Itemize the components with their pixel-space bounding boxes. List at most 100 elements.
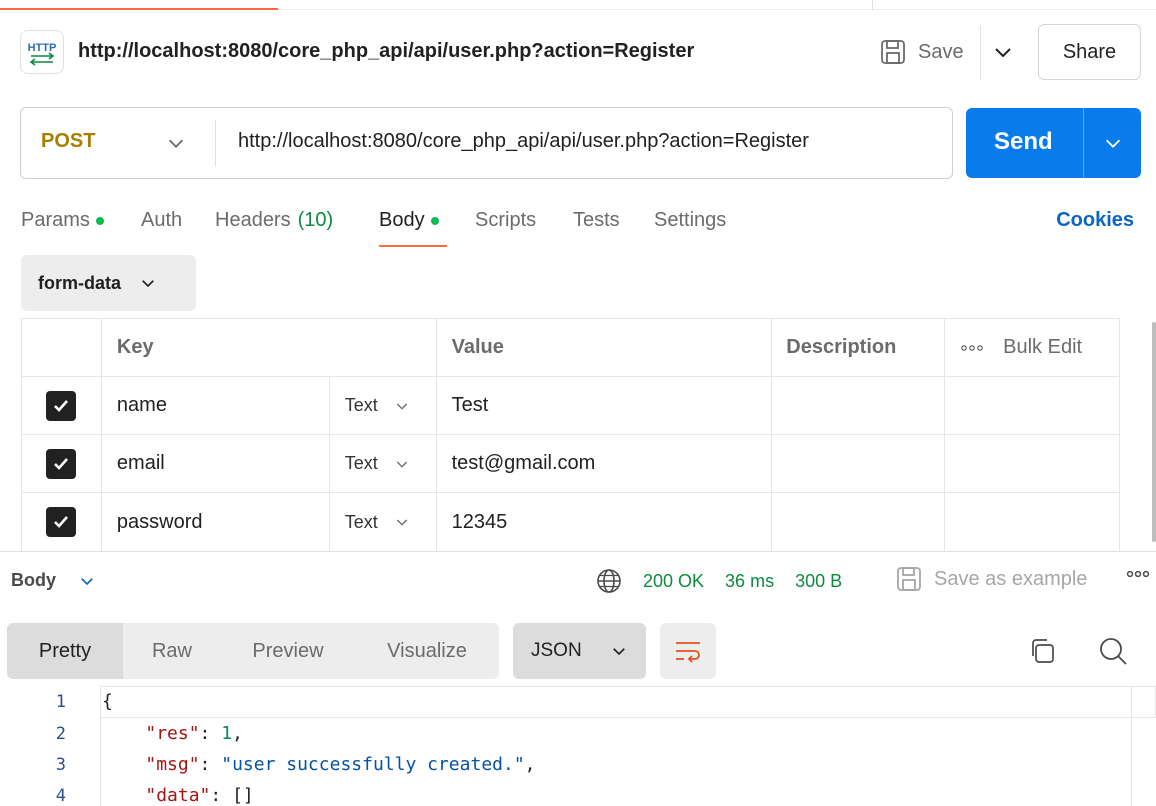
wrap-lines-button[interactable] xyxy=(660,623,716,679)
save-button[interactable]: Save xyxy=(880,38,964,66)
response-size[interactable]: 300 B xyxy=(795,571,842,592)
type-select[interactable]: Text xyxy=(330,435,437,492)
tab-params[interactable]: Params xyxy=(21,209,104,232)
view-preview[interactable]: Preview xyxy=(221,623,355,679)
tab-strip-edge xyxy=(0,0,1156,10)
cookies-link[interactable]: Cookies xyxy=(1056,209,1134,232)
chevron-down-icon xyxy=(612,648,625,656)
method-select[interactable]: POST xyxy=(41,130,95,153)
chevron-down-icon xyxy=(81,577,93,585)
tab-settings[interactable]: Settings xyxy=(654,209,726,232)
json-key: "data" xyxy=(145,785,211,806)
request-title[interactable]: http://localhost:8080/core_php_api/api/u… xyxy=(78,40,694,63)
response-code-editor[interactable]: 1 2 3 4 { "res": 1, "msg": "user success… xyxy=(0,686,1156,806)
table-header-row: Key Value Description Bulk Edit xyxy=(22,319,1119,377)
json-array: [] xyxy=(232,785,254,806)
editor-ruler xyxy=(1131,686,1132,806)
checkbox-checked-icon xyxy=(46,448,77,479)
save-as-example-label: Save as example xyxy=(934,567,1088,590)
key-cell[interactable]: name xyxy=(102,377,330,434)
url-input[interactable]: http://localhost:8080/core_php_api/api/u… xyxy=(238,130,809,153)
http-icon: HTTP xyxy=(20,30,64,74)
svg-text:HTTP: HTTP xyxy=(28,42,57,54)
body-type-select[interactable]: form-data xyxy=(21,255,196,311)
value-cell[interactable]: test@gmail.com xyxy=(437,435,773,492)
format-select[interactable]: JSON xyxy=(513,623,646,679)
row-checkbox[interactable] xyxy=(22,435,102,492)
key-cell[interactable]: email xyxy=(102,435,330,492)
row-checkbox[interactable] xyxy=(22,493,102,551)
send-button[interactable]: Send xyxy=(966,108,1141,178)
chevron-down-icon[interactable] xyxy=(1102,132,1124,154)
json-key: "res" xyxy=(145,723,200,744)
copy-icon[interactable] xyxy=(1028,637,1056,665)
description-cell[interactable] xyxy=(772,435,946,492)
checkbox-checked-icon xyxy=(46,507,77,537)
save-icon xyxy=(897,567,921,591)
bulk-edit-button[interactable]: Bulk Edit xyxy=(945,319,1119,376)
checkbox-header xyxy=(22,319,102,376)
current-line-highlight xyxy=(100,686,1156,718)
response-divider[interactable] xyxy=(0,551,1156,552)
line-number: 2 xyxy=(55,724,66,744)
response-view-tabs: Pretty Raw Preview Visualize xyxy=(7,623,499,679)
tab-body[interactable]: Body xyxy=(379,209,439,232)
search-icon[interactable] xyxy=(1098,636,1128,666)
view-raw[interactable]: Raw xyxy=(123,623,221,679)
value-cell[interactable]: Test xyxy=(437,377,773,434)
value-cell[interactable]: 12345 xyxy=(437,493,773,551)
more-icon xyxy=(961,344,983,351)
line-number: 3 xyxy=(55,755,66,775)
type-select[interactable]: Text xyxy=(330,377,437,434)
tab-headers-label: Headers xyxy=(215,209,291,231)
key-cell[interactable]: password xyxy=(102,493,330,551)
view-visualize[interactable]: Visualize xyxy=(355,623,499,679)
url-bar: POST http://localhost:8080/core_php_api/… xyxy=(20,107,953,179)
chevron-down-icon xyxy=(142,280,154,288)
active-tab-indicator xyxy=(0,8,278,10)
row-checkbox[interactable] xyxy=(22,377,102,434)
tab-params-label: Params xyxy=(21,209,90,231)
json-string: "user successfully created." xyxy=(221,754,525,775)
tab-scripts[interactable]: Scripts xyxy=(475,209,536,232)
globe-icon[interactable] xyxy=(596,568,622,594)
brace-open: { xyxy=(102,691,113,712)
request-header: HTTP http://localhost:8080/core_php_api/… xyxy=(0,18,1156,86)
chevron-down-icon[interactable] xyxy=(991,40,1015,64)
chevron-down-icon xyxy=(396,461,407,468)
tab-tests[interactable]: Tests xyxy=(573,209,620,232)
table-row: password Text 12345 xyxy=(22,493,1119,551)
type-select[interactable]: Text xyxy=(330,493,437,551)
description-cell[interactable] xyxy=(772,377,946,434)
status-dot xyxy=(95,216,104,225)
code-line: "msg": "user successfully created.", xyxy=(145,754,536,775)
url-divider xyxy=(215,120,216,166)
status-code[interactable]: 200 OK xyxy=(643,571,704,592)
chevron-down-icon[interactable] xyxy=(165,132,187,154)
send-divider xyxy=(1083,108,1084,178)
send-label: Send xyxy=(994,128,1053,155)
response-time[interactable]: 36 ms xyxy=(725,571,774,592)
value-header: Value xyxy=(437,319,773,376)
response-body-toggle[interactable]: Body xyxy=(11,570,96,591)
save-split-divider xyxy=(980,26,981,80)
key-header: Key xyxy=(102,319,437,376)
response-body-label: Body xyxy=(11,570,56,590)
line-number: 4 xyxy=(55,786,66,806)
view-pretty[interactable]: Pretty xyxy=(7,623,123,679)
tab-underline xyxy=(379,245,447,247)
share-button[interactable]: Share xyxy=(1038,24,1141,80)
save-as-example-button[interactable]: Save as example xyxy=(896,566,1087,592)
json-key: "msg" xyxy=(145,754,200,775)
type-label: Text xyxy=(344,395,378,415)
more-icon[interactable] xyxy=(1126,570,1150,578)
code-line: "data": [] xyxy=(145,785,254,806)
code-line: { xyxy=(102,691,113,712)
chevron-down-icon xyxy=(396,519,407,526)
table-row: name Text Test xyxy=(22,377,1119,435)
description-cell[interactable] xyxy=(772,493,946,551)
tab-headers[interactable]: Headers (10) xyxy=(215,209,333,232)
tab-auth[interactable]: Auth xyxy=(141,209,182,232)
json-number: 1 xyxy=(221,723,233,744)
scrollbar[interactable] xyxy=(1152,322,1156,542)
